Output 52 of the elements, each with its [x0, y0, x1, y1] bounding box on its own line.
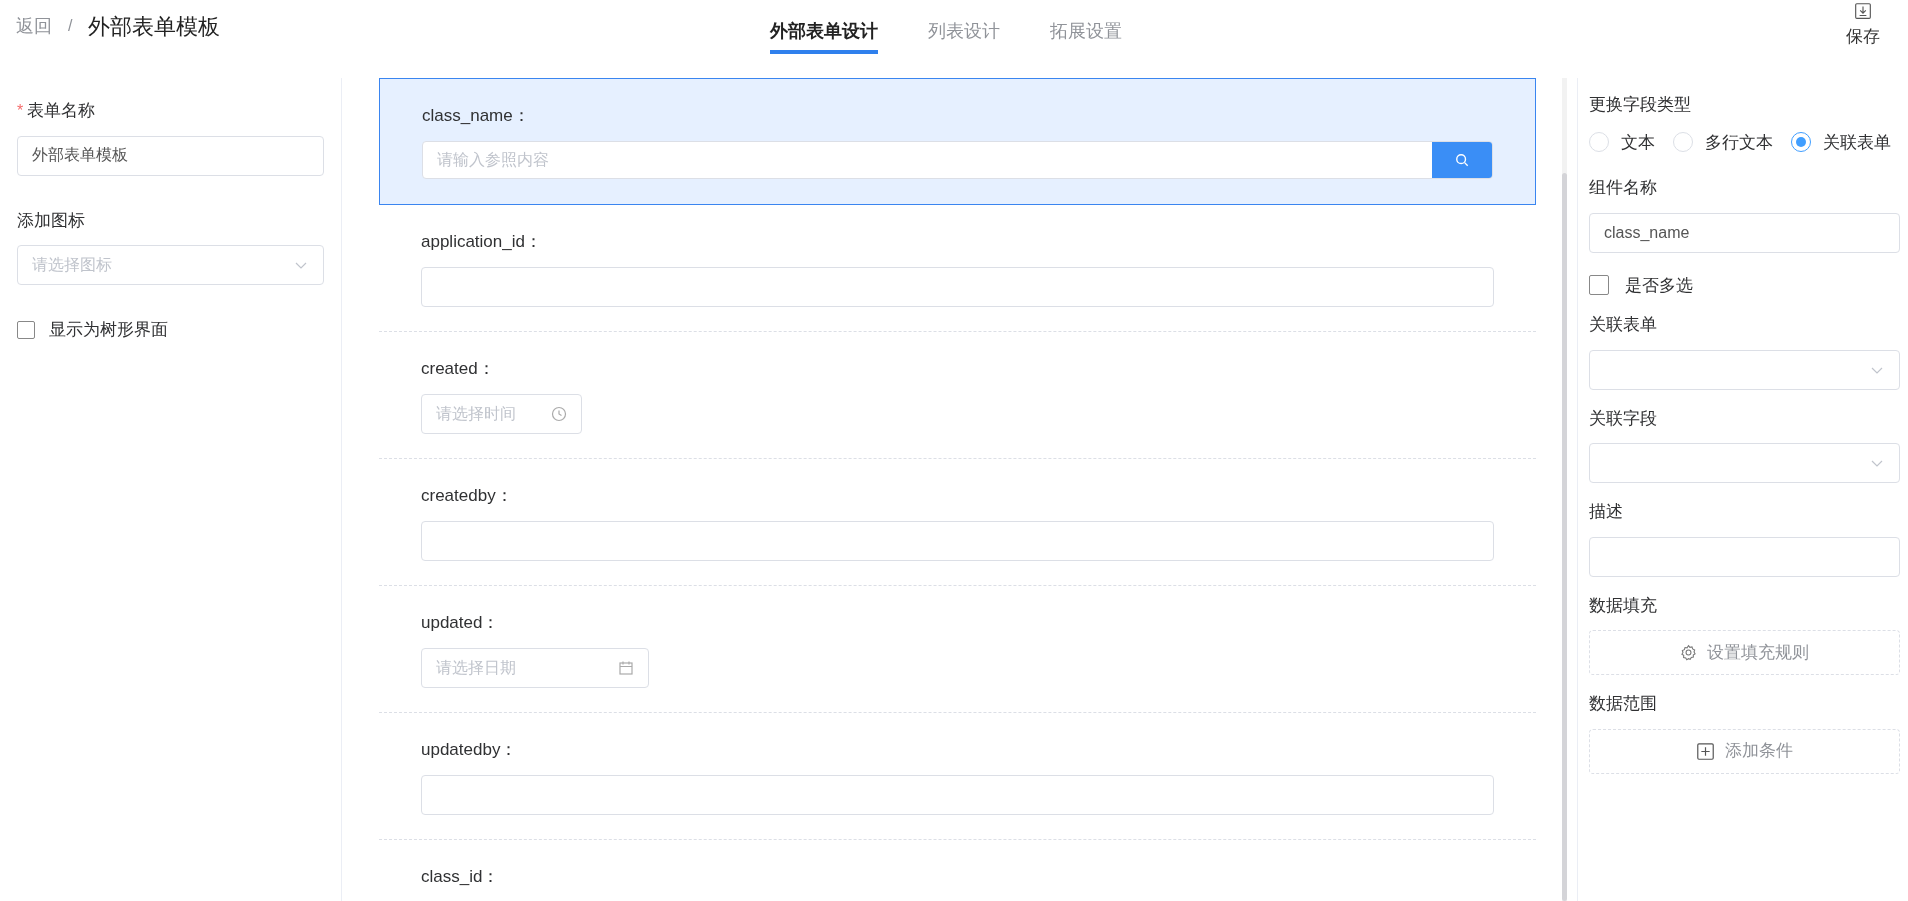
- form-name-field[interactable]: 外部表单模板: [17, 135, 324, 176]
- form-field-card[interactable]: updatedby：: [379, 713, 1536, 840]
- clock-icon: [551, 405, 567, 422]
- field-label: application_id：: [421, 231, 543, 253]
- form-field-card[interactable]: created： 请选择时间: [379, 332, 1536, 459]
- download-icon: [1854, 2, 1872, 20]
- field-label: updatedby：: [421, 739, 519, 761]
- form-field-card[interactable]: updated： 请选择日期: [379, 586, 1536, 713]
- field-label: updated：: [421, 612, 501, 634]
- form-field-card[interactable]: createdby：: [379, 459, 1536, 586]
- select-field[interactable]: [1589, 349, 1900, 390]
- tab[interactable]: 外部表单设计: [770, 0, 878, 54]
- text-field[interactable]: [421, 774, 1494, 815]
- form-field-card[interactable]: class_name： 请输入参照内容: [379, 78, 1536, 205]
- checkbox-label: 是否多选: [1625, 274, 1693, 297]
- form-field-card[interactable]: class_id：: [379, 840, 1536, 901]
- select-field[interactable]: [1589, 443, 1900, 483]
- field-label: 表单名称: [27, 100, 96, 122]
- field-label: 关联表单: [1589, 314, 1658, 336]
- field-label: 更换字段类型: [1589, 94, 1692, 116]
- breadcrumb-separator: /: [68, 16, 73, 36]
- required-mark: *: [17, 100, 24, 121]
- field-label: 数据范围: [1589, 693, 1658, 715]
- field-label: 描述: [1589, 501, 1624, 523]
- checkbox[interactable]: [1589, 275, 1609, 296]
- description-field[interactable]: [1589, 536, 1900, 577]
- page-title: 外部表单模板: [88, 12, 221, 41]
- search-icon: [1455, 152, 1469, 167]
- text-field[interactable]: [421, 266, 1494, 307]
- field-label: created：: [421, 358, 496, 380]
- field-label: 组件名称: [1589, 177, 1658, 199]
- field-label: class_name：: [422, 105, 531, 127]
- checkbox[interactable]: [17, 320, 35, 339]
- radio-button[interactable]: [1791, 132, 1811, 153]
- component-name-field[interactable]: class_name: [1589, 212, 1900, 253]
- radio-label: 多行文本: [1705, 131, 1773, 154]
- calendar-icon: [618, 659, 634, 676]
- radio-label: 关联表单: [1823, 131, 1891, 154]
- field-label: 添加图标: [17, 209, 86, 232]
- settings-icon: [1680, 644, 1697, 661]
- form-field-card[interactable]: application_id：: [379, 205, 1536, 332]
- scrollbar-thumb[interactable]: [1562, 173, 1567, 901]
- field-label: 关联字段: [1589, 407, 1658, 430]
- plus-square-icon: [1696, 741, 1715, 761]
- save-button[interactable]: 保存: [1846, 2, 1880, 50]
- search-button[interactable]: [1432, 141, 1492, 178]
- field-label: class_id：: [421, 866, 501, 888]
- field-label: 数据填充: [1589, 594, 1658, 617]
- checkbox-label: 显示为树形界面: [49, 319, 168, 341]
- text-field[interactable]: [421, 520, 1494, 561]
- field-label: createdby：: [421, 485, 514, 507]
- radio-label: 文本: [1621, 131, 1655, 154]
